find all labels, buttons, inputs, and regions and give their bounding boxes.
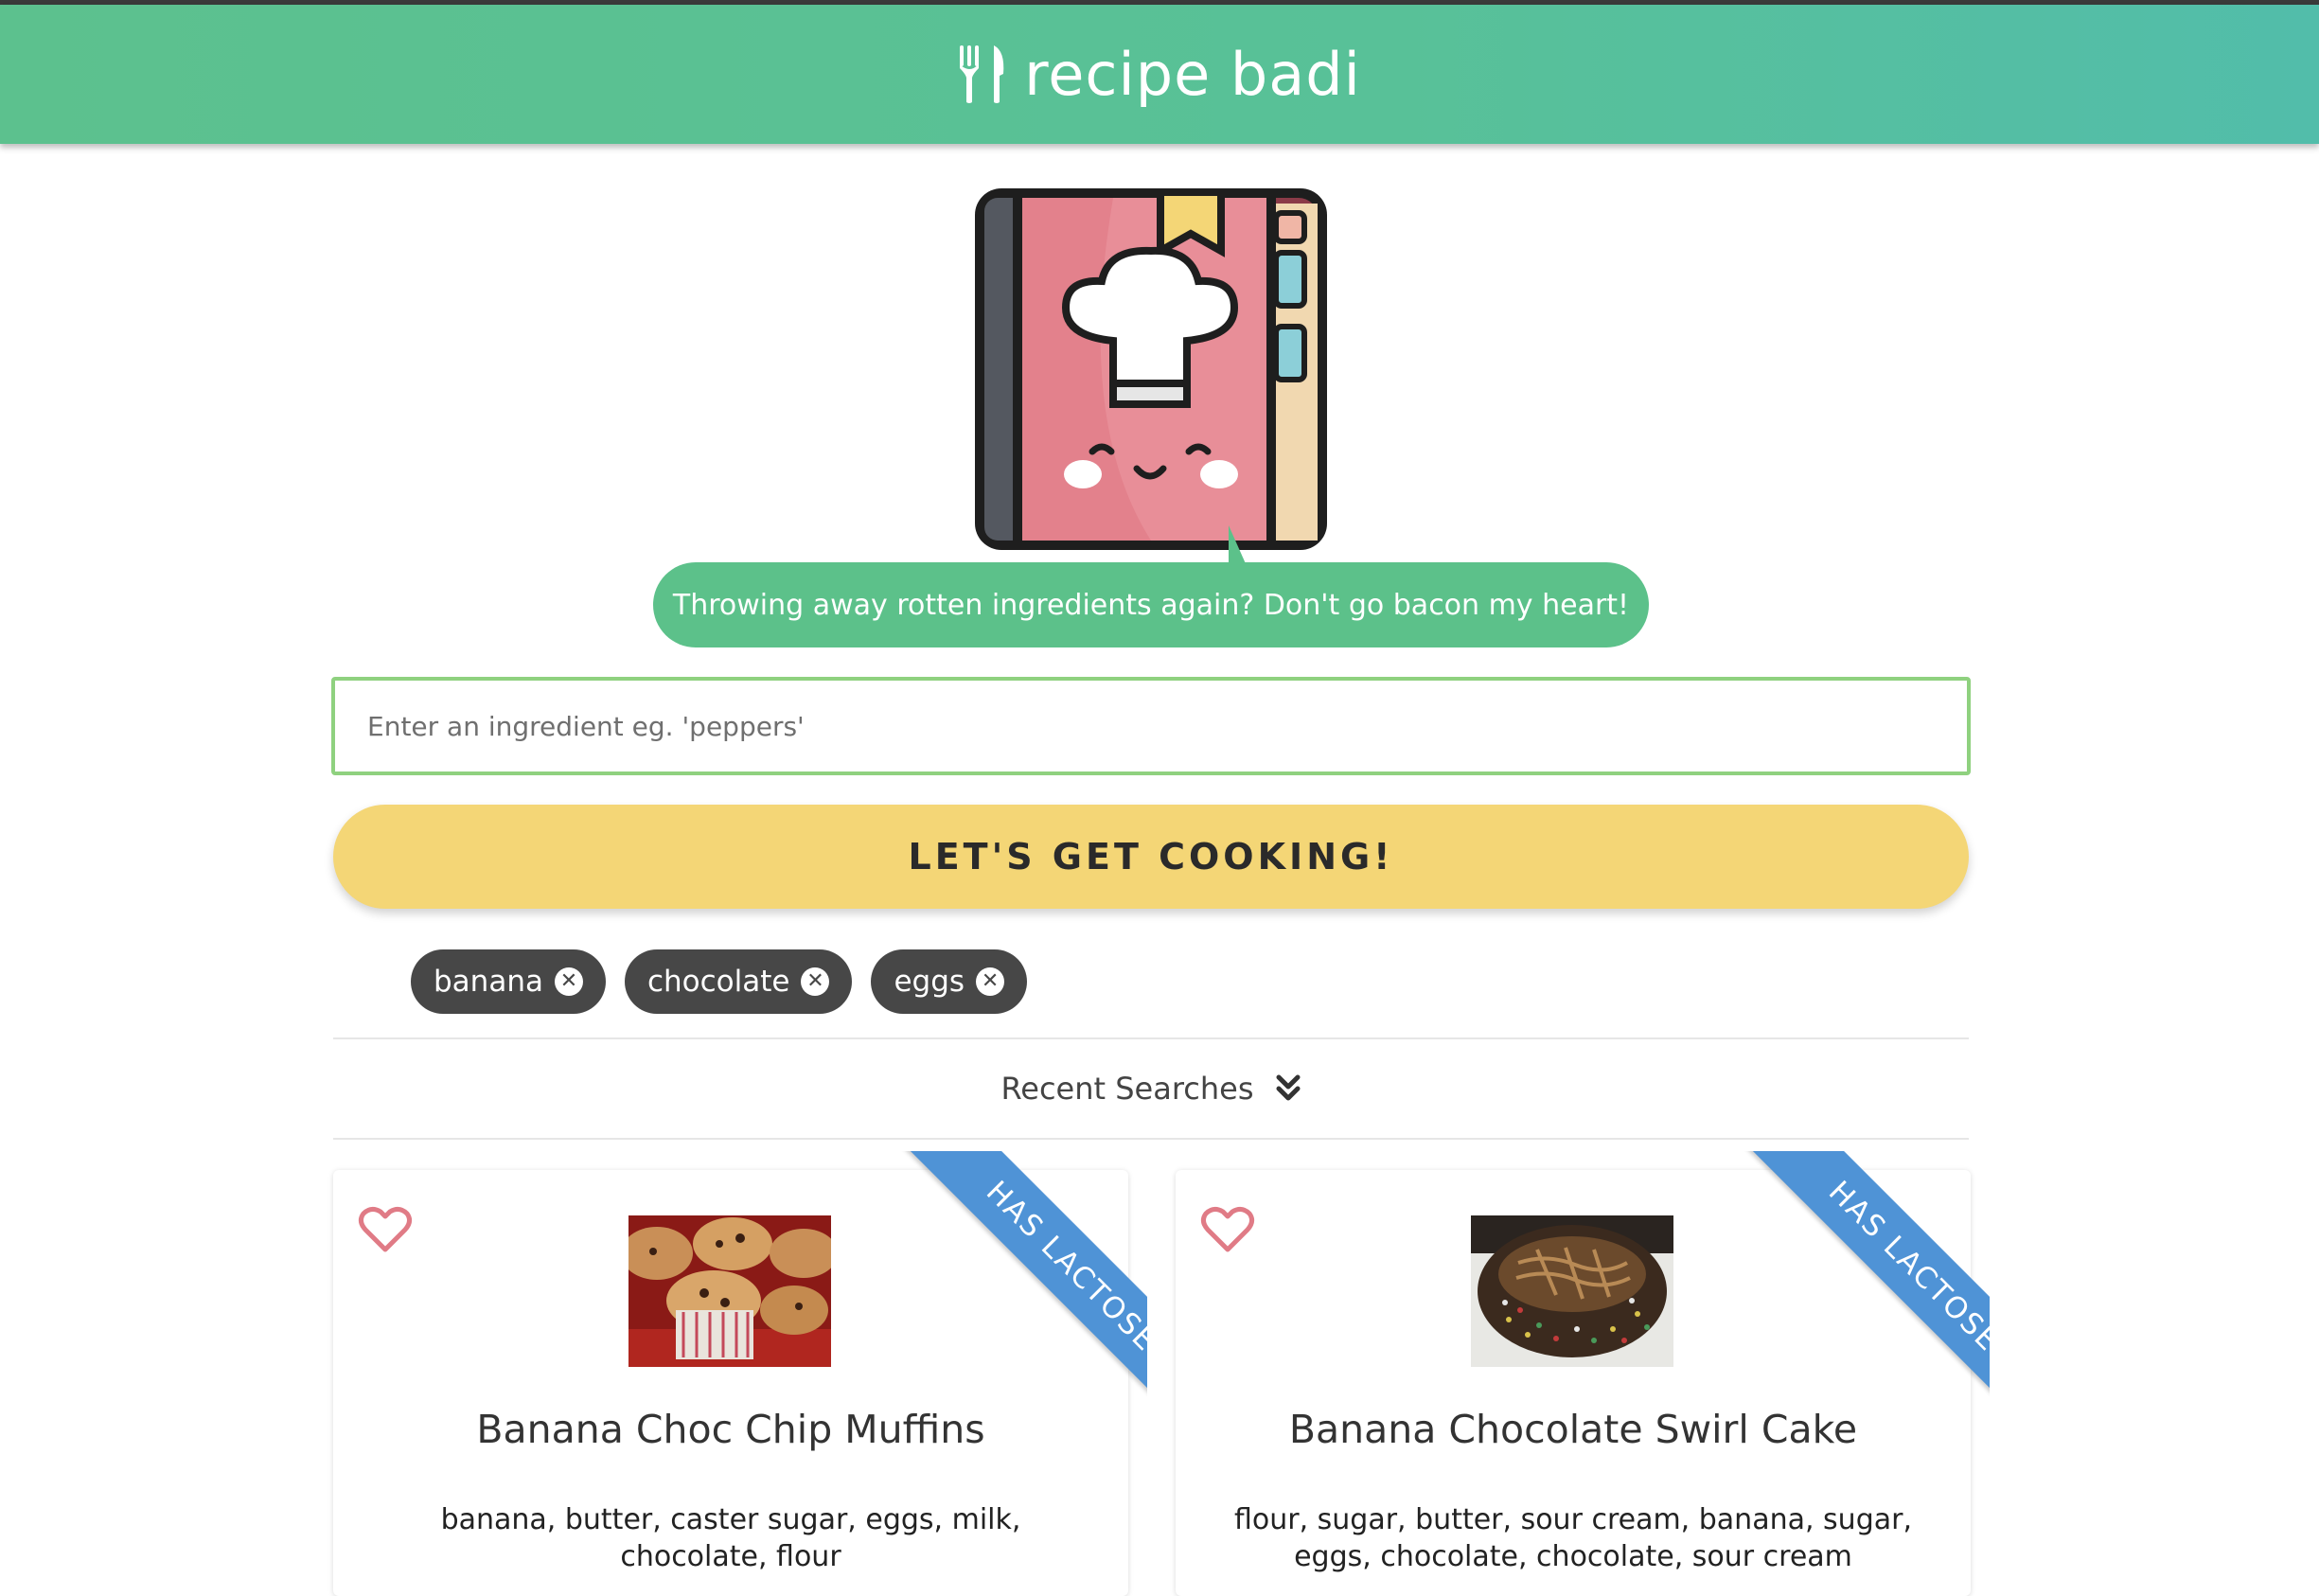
chip-label: chocolate [646, 965, 790, 999]
recipe-card[interactable]: Banana Choc Chip Muffins banana, butter,… [333, 1151, 1147, 1596]
search-box[interactable] [331, 677, 1971, 775]
ingredient-search-input[interactable] [367, 681, 1967, 771]
favorite-heart-icon[interactable] [358, 1204, 413, 1253]
remove-chip-icon[interactable]: ✕ [554, 967, 583, 996]
remove-chip-icon[interactable]: ✕ [801, 967, 830, 996]
app-title: recipe badi [1024, 40, 1361, 109]
remove-chip-icon[interactable]: ✕ [976, 967, 1005, 996]
speech-bubble: Throwing away rotten ingredients again? … [653, 562, 1649, 647]
ingredient-chip[interactable]: eggs ✕ [871, 949, 1028, 1014]
lets-get-cooking-button[interactable]: LET'S GET COOKING! [333, 805, 1969, 909]
lactose-badge: HAS LACTOSE [1744, 1151, 1990, 1435]
speech-bubble-text: Throwing away rotten ingredients again? … [672, 588, 1630, 622]
recipe-ingredients: banana, butter, caster sugar, eggs, milk… [440, 1503, 1021, 1573]
recent-searches-toggle[interactable]: Recent Searches [333, 1039, 1969, 1138]
ingredient-chips: banana ✕ chocolate ✕ eggs ✕ [411, 949, 1028, 1014]
lactose-ribbon: HAS LACTOSE [1706, 1151, 1990, 1435]
lactose-ribbon: HAS LACTOSE [863, 1151, 1147, 1435]
cook-button-label: LET'S GET COOKING! [908, 836, 1394, 878]
recipe-image[interactable] [1471, 1215, 1673, 1367]
recipe-card[interactable]: Banana Chocolate Swirl Cake flour, sugar… [1176, 1151, 1990, 1596]
favorite-heart-icon[interactable] [1200, 1204, 1255, 1253]
ingredient-chip[interactable]: chocolate ✕ [624, 949, 853, 1014]
lactose-badge: HAS LACTOSE [901, 1151, 1147, 1435]
recipe-ingredients: flour, sugar, butter, sour cream, banana… [1233, 1503, 1912, 1573]
chip-label: eggs [894, 965, 965, 999]
app-header: recipe badi [0, 5, 2319, 144]
recipe-image[interactable] [628, 1215, 831, 1367]
chip-label: banana [434, 965, 543, 999]
cookbook-chef-icon [975, 188, 1327, 550]
utensils-icon [960, 44, 1004, 103]
brand[interactable]: recipe badi [958, 40, 1361, 109]
double-chevron-down-icon [1276, 1074, 1301, 1101]
divider [333, 1138, 1969, 1140]
recent-searches-label: Recent Searches [1000, 1071, 1254, 1107]
ingredient-chip[interactable]: banana ✕ [411, 949, 606, 1014]
